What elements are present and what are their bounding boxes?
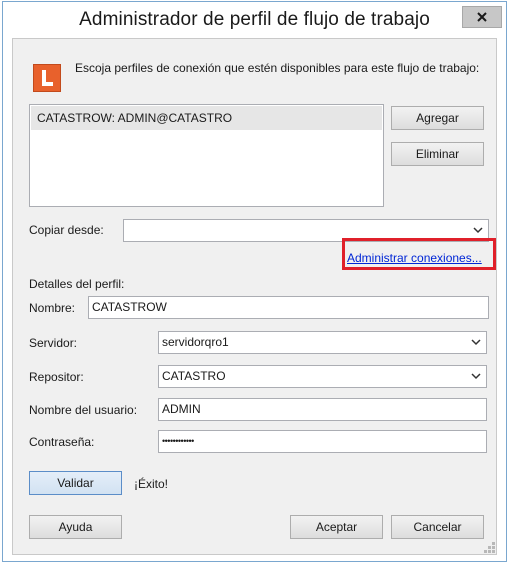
manage-connections-link[interactable]: Administrar conexiones... <box>347 251 482 265</box>
window-title: Administrador de perfil de flujo de trab… <box>79 9 430 30</box>
instruction-text: Escoja perfiles de conexión que estén di… <box>75 61 480 75</box>
username-label: Nombre del usuario: <box>29 403 138 417</box>
close-button[interactable] <box>462 6 502 28</box>
profile-details-heading: Detalles del perfil: <box>29 277 125 291</box>
name-value: CATASTROW <box>92 300 167 314</box>
server-value: servidorqro1 <box>162 335 229 349</box>
resize-grip[interactable] <box>484 542 495 553</box>
title-bar: Administrador de perfil de flujo de trab… <box>3 2 506 38</box>
validation-status: ¡Éxito! <box>134 477 169 491</box>
repository-dropdown[interactable]: CATASTRO <box>158 365 487 388</box>
app-logo-icon <box>33 64 61 92</box>
username-value: ADMIN <box>162 402 201 416</box>
dialog-body: Escoja perfiles de conexión que estén di… <box>12 38 497 555</box>
password-field[interactable]: •••••••••••• <box>158 430 487 453</box>
server-label: Servidor: <box>29 336 78 350</box>
name-label: Nombre: <box>29 301 76 315</box>
profiles-list[interactable]: CATASTROW: ADMIN@CATASTRO <box>29 104 384 207</box>
list-item[interactable]: CATASTROW: ADMIN@CATASTRO <box>31 106 382 130</box>
username-field[interactable]: ADMIN <box>158 398 487 421</box>
close-icon <box>477 12 487 22</box>
chevron-down-icon <box>471 373 481 380</box>
repository-label: Repositor: <box>29 370 84 384</box>
server-dropdown[interactable]: servidorqro1 <box>158 331 487 354</box>
name-field[interactable]: CATASTROW <box>88 296 489 319</box>
password-value: •••••••••••• <box>162 436 194 446</box>
add-button[interactable]: Agregar <box>391 106 484 130</box>
repository-value: CATASTRO <box>162 369 226 383</box>
password-label: Contraseña: <box>29 435 95 449</box>
profile-manager-window: Administrador de perfil de flujo de trab… <box>2 1 507 562</box>
help-button[interactable]: Ayuda <box>29 515 122 539</box>
copy-from-label: Copiar desde: <box>29 223 104 237</box>
chevron-down-icon <box>473 227 483 234</box>
chevron-down-icon <box>471 339 481 346</box>
cancel-button[interactable]: Cancelar <box>391 515 484 539</box>
validate-button[interactable]: Validar <box>29 471 122 495</box>
remove-button[interactable]: Eliminar <box>391 142 484 166</box>
accept-button[interactable]: Aceptar <box>290 515 383 539</box>
